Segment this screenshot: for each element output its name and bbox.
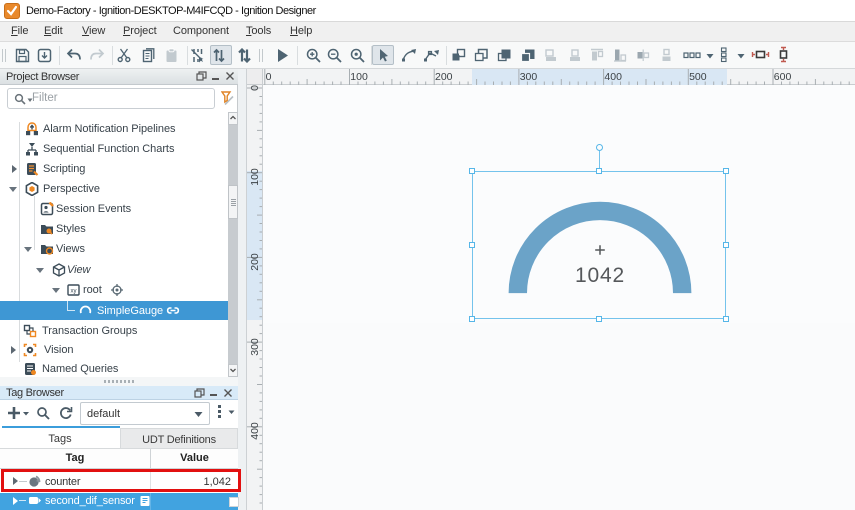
svg-text:xy: xy <box>71 289 77 295</box>
